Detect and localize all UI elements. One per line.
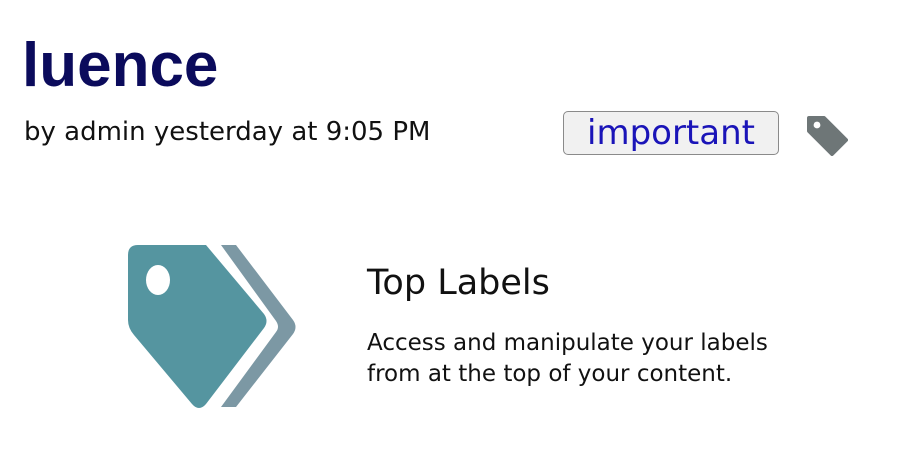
labels-icon — [126, 242, 298, 414]
feature-description-line: from at the top of your content. — [367, 361, 733, 387]
page-byline: by admin yesterday at 9:05 PM — [24, 117, 431, 147]
feature-title: Top Labels — [367, 263, 550, 303]
tag-icon[interactable] — [804, 112, 848, 156]
label-important[interactable]: important — [563, 111, 779, 155]
feature-description: Access and manipulate your labels from a… — [367, 328, 887, 390]
page-title: luence — [22, 31, 219, 100]
feature-description-line: Access and manipulate your labels — [367, 330, 768, 356]
